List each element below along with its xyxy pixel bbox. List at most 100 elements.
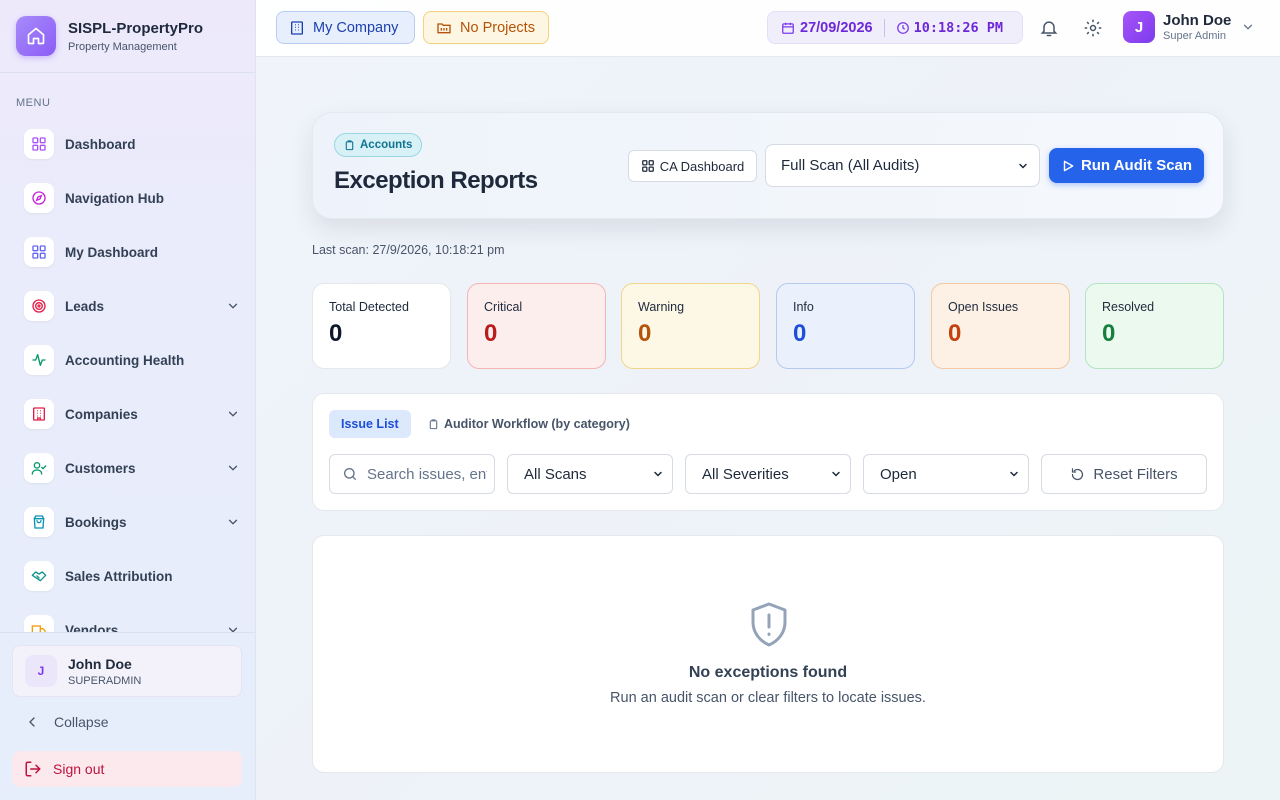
status-filter-select[interactable]: Open: [863, 454, 1029, 494]
stat-label: Critical: [484, 300, 523, 314]
sidebar-user-card[interactable]: J John Doe SUPERADMIN: [12, 645, 242, 697]
truck-icon: [24, 615, 54, 632]
stat-card-critical: Critical 0: [467, 283, 606, 369]
refresh-icon: [1072, 467, 1084, 480]
divider: [0, 632, 255, 633]
chevron-down-icon[interactable]: [226, 407, 240, 421]
sign-out-label: Sign out: [53, 761, 105, 777]
shield-alert-icon: [749, 601, 789, 654]
status-filter-value: Open: [880, 465, 917, 483]
chevron-down-icon: [832, 471, 840, 477]
tab-issue-list[interactable]: Issue List: [329, 410, 411, 438]
clipboard-icon: [429, 418, 438, 429]
sidebar-item-vendors[interactable]: Vendors: [24, 614, 240, 632]
stat-card-open-issues: Open Issues 0: [931, 283, 1070, 369]
tab-auditor-workflow[interactable]: Auditor Workflow (by category): [428, 410, 630, 438]
run-audit-scan-label: Run Audit Scan: [1080, 157, 1193, 174]
chevron-down-icon: [1244, 24, 1253, 30]
divider: [883, 18, 885, 37]
brand[interactable]: SISPL-PropertyPro Property Management: [16, 16, 203, 56]
chevron-down-icon: [1019, 163, 1027, 169]
calendar-icon: [782, 22, 794, 34]
sign-out-button[interactable]: Sign out: [12, 751, 242, 787]
collapse-label: Collapse: [54, 714, 109, 730]
brand-title: SISPL-PropertyPro: [68, 19, 204, 37]
severity-filter-value: All Severities: [702, 465, 789, 483]
building-icon: [291, 20, 303, 35]
grid-icon: [24, 129, 54, 159]
chevron-down-icon[interactable]: [226, 623, 240, 632]
sidebar-item-label: Dashboard: [65, 136, 136, 152]
building-icon: [24, 399, 54, 429]
company-selector[interactable]: My Company: [276, 11, 415, 44]
sidebar-item-sales-attribution[interactable]: Sales Attribution: [24, 560, 240, 592]
chevron-down-icon: [654, 471, 662, 477]
sidebar-item-companies[interactable]: Companies: [24, 398, 240, 430]
user-check-icon: [24, 453, 54, 483]
play-icon: [1063, 160, 1074, 171]
handshake-icon: [24, 561, 54, 591]
sidebar-item-label: Customers: [65, 460, 136, 476]
reset-filters-label: Reset Filters: [1093, 465, 1178, 483]
sidebar-item-label: Vendors: [65, 622, 119, 633]
topbar: My Company No Projects 27/09/2026 10:18:…: [256, 0, 1280, 57]
sidebar-item-bookings[interactable]: Bookings: [24, 506, 240, 538]
collapse-button[interactable]: Collapse: [24, 714, 108, 730]
chevron-down-icon[interactable]: [226, 299, 240, 313]
company-label: My Company: [313, 19, 399, 36]
user-menu[interactable]: J John Doe Super Admin: [1123, 11, 1255, 43]
grid-icon: [24, 237, 54, 267]
brand-subtitle: Property Management: [68, 40, 177, 53]
stat-card-warning: Warning 0: [621, 283, 760, 369]
sidebar-item-accounting-health[interactable]: Accounting Health: [24, 344, 240, 376]
sidebar-item-dashboard[interactable]: Dashboard: [24, 128, 240, 160]
stat-label: Resolved: [1102, 300, 1155, 314]
sidebar-item-navigation-hub[interactable]: Navigation Hub: [24, 182, 240, 214]
clock-icon: [896, 21, 909, 34]
sidebar-item-label: Leads: [65, 298, 105, 314]
projects-selector[interactable]: No Projects: [423, 11, 549, 44]
ca-dashboard-button[interactable]: CA Dashboard: [628, 150, 757, 182]
stat-value: 0: [329, 320, 343, 347]
time-value: 10:18:26 PM: [913, 19, 1003, 36]
sidebar: SISPL-PropertyPro Property Management ME…: [0, 0, 256, 800]
scan-filter-select[interactable]: All Scans: [507, 454, 673, 494]
stat-label: Total Detected: [329, 300, 409, 314]
bell-icon[interactable]: [1037, 16, 1061, 40]
sidebar-item-customers[interactable]: Customers: [24, 452, 240, 484]
reset-filters-button[interactable]: Reset Filters: [1041, 454, 1207, 494]
sidebar-nav: Dashboard Navigation Hub My Dashboard Le…: [0, 116, 255, 632]
section-badge-label: Accounts: [360, 139, 413, 151]
projects-label: No Projects: [460, 19, 535, 36]
chevron-down-icon: [1010, 471, 1018, 477]
datetime-display: 27/09/2026 10:18:26 PM: [767, 11, 1023, 44]
sidebar-item-label: Accounting Health: [65, 352, 185, 368]
grid-icon: [641, 160, 654, 172]
menu-label: MENU: [16, 97, 51, 109]
sidebar-item-label: My Dashboard: [65, 244, 159, 260]
search-icon: [344, 468, 356, 480]
filters-card: Issue List Auditor Workflow (by category…: [312, 393, 1224, 511]
search-input[interactable]: [367, 465, 487, 483]
chevron-down-icon[interactable]: [226, 515, 240, 529]
sidebar-item-leads[interactable]: Leads: [24, 290, 240, 322]
stat-label: Open Issues: [948, 300, 1019, 314]
sidebar-item-my-dashboard[interactable]: My Dashboard: [24, 236, 240, 268]
stat-label: Warning: [638, 300, 685, 314]
avatar: J: [1123, 11, 1155, 43]
folder-icon: [437, 22, 451, 33]
run-audit-scan-button[interactable]: Run Audit Scan: [1049, 148, 1204, 183]
scan-type-select[interactable]: Full Scan (All Audits): [765, 144, 1040, 187]
log-out-icon: [25, 761, 41, 777]
stat-value: 0: [638, 320, 652, 347]
scan-filter-value: All Scans: [524, 465, 587, 483]
last-scan-text: Last scan: 27/9/2026, 10:18:21 pm: [312, 243, 505, 257]
scan-type-value: Full Scan (All Audits): [781, 157, 920, 174]
clipboard-icon: [345, 139, 354, 150]
gear-icon[interactable]: [1081, 16, 1105, 40]
tab-auditor-workflow-label: Auditor Workflow (by category): [444, 417, 630, 431]
divider: [0, 72, 255, 73]
chevron-down-icon[interactable]: [226, 461, 240, 475]
sidebar-user-name: John Doe: [68, 655, 132, 672]
severity-filter-select[interactable]: All Severities: [685, 454, 851, 494]
